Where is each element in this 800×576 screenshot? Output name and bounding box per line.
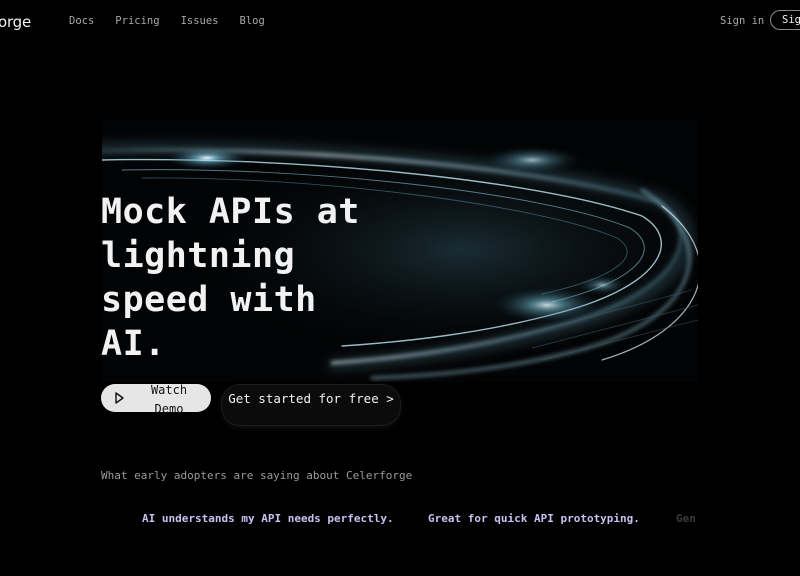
nav-link-issues[interactable]: Issues [181,15,219,27]
marquee-fade [101,505,141,535]
sign-in-link[interactable]: Sign in [720,15,764,27]
testimonial-quote: AI understands my API needs perfectly. [142,512,394,525]
watch-demo-label: Watch Demo [150,383,188,416]
nav-link-docs[interactable]: Docs [69,15,94,27]
play-icon [115,392,124,404]
testimonial-quote: Great for quick API prototyping. [428,512,640,525]
top-nav: orge Docs Pricing Issues Blog Sign in Si… [0,0,800,44]
sign-up-button[interactable]: Sig [770,10,800,30]
nav-links: Docs Pricing Issues Blog [69,15,265,27]
nav-link-pricing[interactable]: Pricing [115,15,159,27]
page-title: Mock APIs at lightning speed with AI. [101,192,360,364]
testimonial-quote: Gen [676,512,696,525]
nav-link-blog[interactable]: Blog [240,15,265,27]
testimonial-marquee: AI understands my API needs perfectly. G… [101,505,697,535]
watch-demo-button[interactable]: Watch Demo [101,383,211,416]
testimonials-heading: What early adopters are saying about Cel… [101,469,413,482]
logo[interactable]: orge [0,13,31,31]
get-started-button[interactable]: Get started for free > [222,385,400,425]
